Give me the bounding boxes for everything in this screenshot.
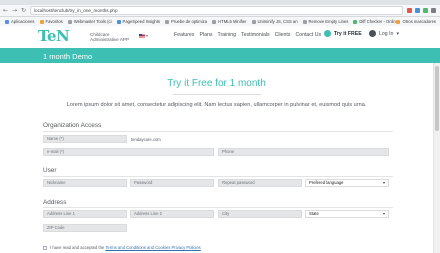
- section-user-title: User: [43, 167, 57, 174]
- section-divider: [43, 131, 393, 132]
- city-field[interactable]: City: [218, 210, 302, 218]
- scrollbar-thumb[interactable]: [435, 66, 439, 131]
- back-icon[interactable]: ←: [2, 7, 9, 14]
- chevron-down-icon[interactable]: ▾: [146, 33, 148, 38]
- address-line2-field[interactable]: Address Line 2: [130, 210, 214, 218]
- bookmark-label: Otros marcadores: [402, 19, 436, 24]
- extension-icon[interactable]: [415, 8, 420, 13]
- page-icon: [116, 19, 121, 24]
- terms-label: I have read and accepted the Terms and C…: [50, 245, 201, 250]
- bookmark-label: Remove Empty Lines: [308, 19, 349, 24]
- name-field[interactable]: Name (*): [43, 135, 127, 143]
- lead-text: Lorem ipsum dolor sit amet, consectetur …: [66, 102, 367, 108]
- apps-icon: [5, 19, 9, 24]
- tagline-line: Administrative APP: [90, 37, 130, 42]
- bookmark-label: Uniminify JS, CSS an: [257, 19, 298, 24]
- bookmark-item[interactable]: HTML5 Minifier: [212, 19, 247, 24]
- bookmark-item[interactable]: Diff Checker - Onlin: [353, 19, 396, 24]
- address-line1-field[interactable]: Address Line 1: [43, 210, 127, 218]
- bookmark-item[interactable]: Favoritos: [39, 19, 63, 24]
- section-address-title: Address: [43, 199, 67, 206]
- address-bar[interactable]: localhost/tenclub/try_in_one_months.php: [30, 6, 403, 15]
- nav-plans[interactable]: Plans: [199, 32, 212, 38]
- section-organization-title: Organization Access: [43, 122, 102, 129]
- menu-icon[interactable]: [431, 8, 436, 13]
- domain-suffix: tendaycare.com: [131, 137, 161, 142]
- extension-icon[interactable]: [423, 8, 428, 13]
- page-title: 1 month Demo: [43, 52, 93, 61]
- scrollbar[interactable]: [433, 63, 440, 253]
- page-banner: 1 month Demo: [0, 48, 440, 63]
- reload-icon[interactable]: ↻: [20, 7, 27, 14]
- gift-icon: [324, 30, 331, 37]
- password-field[interactable]: Password: [130, 179, 214, 187]
- folder-icon: [396, 19, 401, 24]
- nickname-field[interactable]: Nickname: [43, 179, 127, 187]
- other-bookmarks[interactable]: Otros marcadores: [396, 19, 436, 24]
- bookmark-label: Diff Checker - Onlin: [359, 19, 396, 24]
- nav-clients[interactable]: Clients: [275, 32, 291, 38]
- bookmark-label: Favoritos: [45, 19, 63, 24]
- heading-divider: [173, 94, 261, 95]
- user-icon: [369, 30, 376, 37]
- page-icon: [302, 19, 307, 24]
- try-free-button[interactable]: Try it FREE: [324, 30, 362, 37]
- site-header: TeN Childcare Administrative APP ▾ Featu…: [0, 26, 440, 48]
- folder-icon: [39, 19, 44, 24]
- logo-tagline: Childcare Administrative APP: [90, 32, 129, 42]
- page-icon: [353, 19, 358, 24]
- terms-prefix: I have read and accepted the: [50, 245, 106, 250]
- phone-field[interactable]: Phone: [218, 148, 389, 156]
- nav-training[interactable]: Training: [217, 32, 236, 38]
- bookmark-item[interactable]: Aplicaciones: [5, 19, 35, 24]
- page-icon: [251, 19, 256, 24]
- nav-features[interactable]: Features: [174, 32, 194, 38]
- forward-icon[interactable]: →: [11, 7, 18, 14]
- zip-field[interactable]: ZIP Code: [43, 224, 127, 232]
- bookmark-label: Pruebe de optimiza: [171, 19, 208, 24]
- section-divider: [43, 207, 393, 208]
- form-heading: Try it Free for 1 month: [167, 78, 266, 89]
- page-icon: [67, 19, 72, 24]
- repeat-password-field[interactable]: Repeat password: [218, 179, 302, 187]
- bookmark-label: Aplicaciones: [11, 19, 35, 24]
- page-icon: [212, 19, 217, 24]
- nav-contact[interactable]: Contact Us: [295, 32, 321, 38]
- login-label: Log In: [379, 30, 394, 37]
- bookmark-item[interactable]: PageSpeed Insights: [116, 19, 161, 24]
- chevron-down-icon: ▾: [396, 30, 400, 37]
- extension-icon[interactable]: [407, 8, 412, 13]
- bookmark-item[interactable]: Uniminify JS, CSS an: [251, 19, 298, 24]
- login-button[interactable]: Log In ▾: [369, 30, 399, 37]
- bookmark-item[interactable]: Pruebe de optimiza: [165, 19, 207, 24]
- try-free-label: Try it FREE: [334, 30, 362, 37]
- logo[interactable]: TeN: [38, 27, 70, 45]
- bookmark-label: PageSpeed Insights: [122, 19, 161, 24]
- page-icon: [165, 19, 170, 24]
- language-select[interactable]: Prefered language: [305, 179, 389, 187]
- main-nav: Features Plans Training Testimonials Cli…: [174, 32, 321, 38]
- bookmark-item[interactable]: Remove Empty Lines: [302, 19, 349, 24]
- bookmark-item[interactable]: Webmaster Tools (ci: [67, 19, 112, 24]
- browser-toolbar: ← → ↻ localhost/tenclub/try_in_one_month…: [0, 5, 440, 17]
- bookmark-label: HTML5 Minifier: [218, 19, 247, 24]
- state-select[interactable]: State: [305, 210, 389, 218]
- section-divider: [43, 176, 393, 177]
- nav-testimonials[interactable]: Testimonials: [241, 32, 270, 38]
- bookmark-label: Webmaster Tools (ci: [73, 19, 112, 24]
- terms-checkbox[interactable]: [43, 246, 47, 250]
- terms-link[interactable]: Terms and Conditions and Cookies Privacy…: [105, 245, 200, 250]
- email-field[interactable]: e-mail (*): [43, 148, 214, 156]
- us-flag-icon[interactable]: [139, 34, 145, 38]
